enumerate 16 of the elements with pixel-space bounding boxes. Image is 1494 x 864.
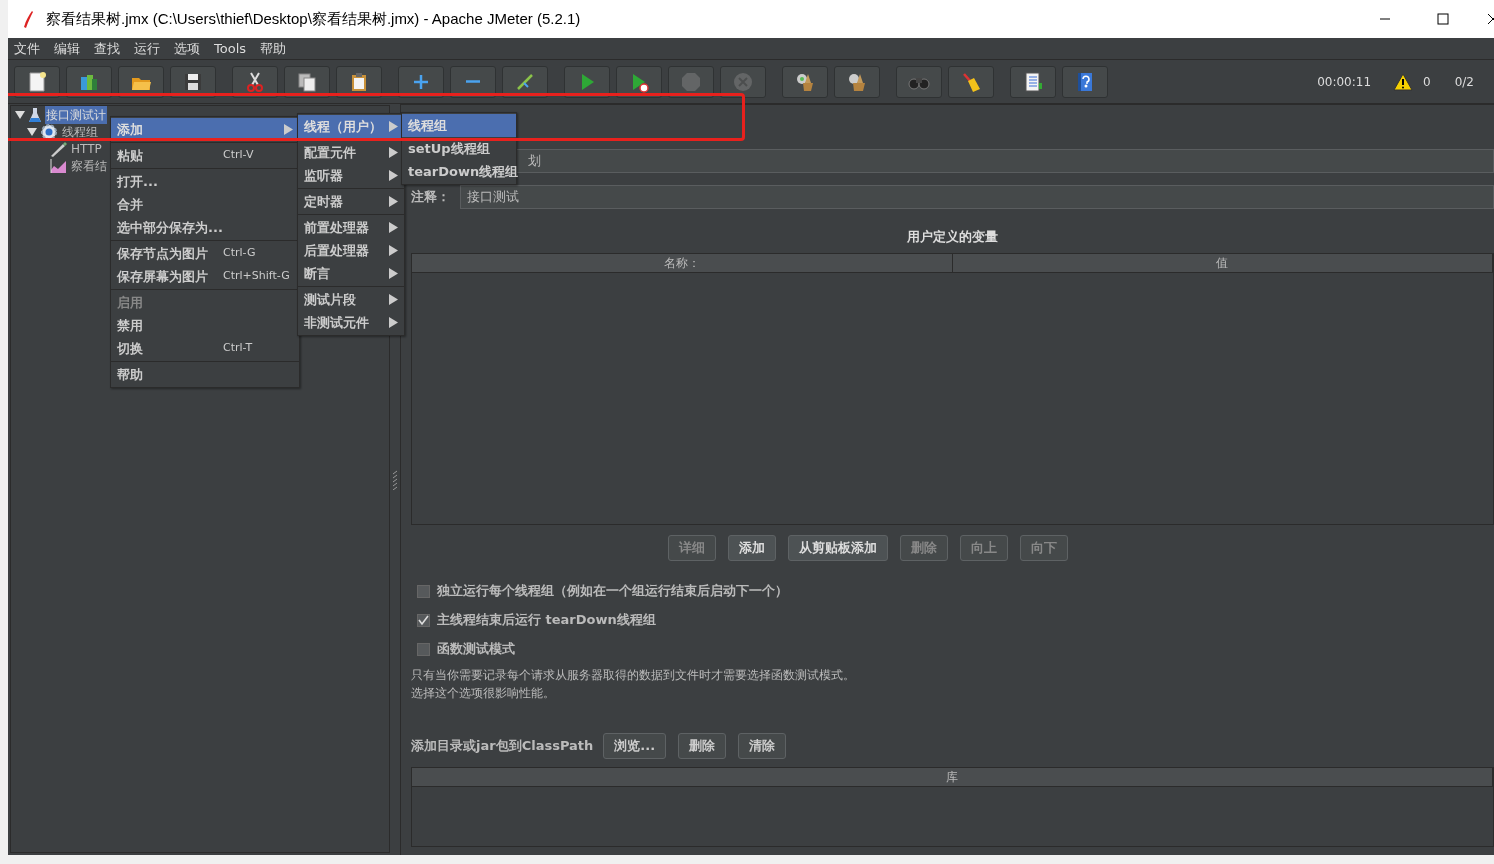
classpath-label: 添加目录或jar包到ClassPath	[411, 736, 594, 755]
shortcut-text: Ctrl-T	[223, 340, 253, 357]
warning-count: 0	[1423, 73, 1431, 91]
field-label: 注释：	[411, 188, 451, 207]
section-title: 用户定义的变量	[906, 228, 999, 246]
shortcut-text: Ctrl-G	[223, 245, 256, 262]
shortcut-text: Ctrl+Shift-G	[223, 268, 290, 285]
checkbox-label: 独立运行每个线程组（例如在一个组运行结束后启动下一个）	[437, 582, 788, 601]
window-title: 察看结果树.jmx (C:\Users\thief\Desktop\察看结果树.jmx) - Apache JMeter (5.2.1)	[45, 8, 582, 29]
note-text: 只有当你需要记录每个请求从服务器取得的数据到文件时才需要选择函数测试模式。	[411, 666, 856, 684]
shortcut-text: Ctrl-V	[223, 147, 254, 164]
checkbox-label: 主线程结束后运行 tearDown线程组	[437, 611, 656, 630]
note-text: 选择这个选项很影响性能。	[411, 684, 556, 702]
timer-text: 00:00:11	[1317, 73, 1372, 91]
checkbox-label: 函数测试模式	[437, 640, 515, 659]
thread-count: 0/2	[1454, 73, 1474, 91]
